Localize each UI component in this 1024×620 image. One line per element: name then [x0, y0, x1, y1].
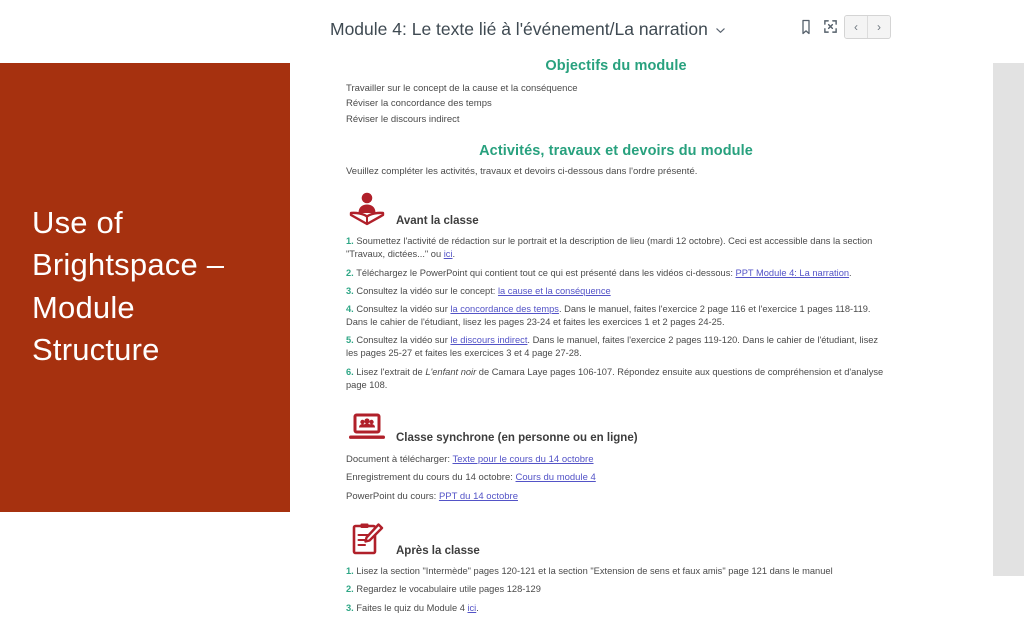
chevron-down-icon[interactable] [715, 25, 726, 36]
list-text: Téléchargez le PowerPoint qui contient t… [356, 267, 736, 278]
sync-line: Enregistrement du cours du 14 octobre: C… [346, 470, 886, 485]
list-link[interactable]: PPT Module 4: La narration [736, 268, 850, 278]
after-class-block: Après la classe 1. Lisez la section "Int… [346, 521, 886, 615]
list-item: 4. Consultez la vidéo sur la concordance… [346, 303, 886, 329]
book-title-italic: L'enfant noir [425, 366, 477, 377]
list-text: Regardez le vocabulaire utile pages 128-… [356, 584, 541, 595]
list-text: Consultez la vidéo sur le concept: [356, 285, 498, 296]
synchronous-class-block: Classe synchrone (en personne ou en lign… [346, 408, 886, 504]
expand-icon[interactable] [823, 19, 838, 34]
list-number: 5. [346, 335, 354, 346]
list-text-post: . [849, 267, 852, 278]
list-text: Soumettez l'activité de rédaction sur le… [346, 236, 873, 260]
sync-line-label: Document à télécharger: [346, 454, 453, 465]
prev-page-button[interactable]: ‹ [845, 16, 867, 38]
person-reading-book-icon [346, 191, 388, 231]
list-item: 2. Téléchargez le PowerPoint qui contien… [346, 267, 886, 280]
activities-intro: Veuillez compléter les activités, travau… [346, 166, 698, 178]
list-number: 3. [346, 285, 354, 296]
slide-red-panel: Use of Brightspace – Module Structure [0, 63, 290, 512]
objective-line: Réviser la concordance des temps [346, 98, 492, 110]
list-number: 2. [346, 584, 354, 595]
sync-line: Document à télécharger: Texte pour le co… [346, 452, 886, 467]
list-text: Faites le quiz du Module 4 [356, 602, 468, 613]
activities-heading: Activités, travaux et devoirs du module [479, 143, 753, 160]
list-item: 5. Consultez la vidéo sur le discours in… [346, 334, 886, 360]
list-text: Lisez la section "Intermède" pages 120-1… [356, 566, 833, 577]
bookmark-icon[interactable] [799, 19, 813, 35]
right-side-panel [993, 63, 1024, 576]
synchronous-class-lines: Document à télécharger: Texte pour le co… [346, 452, 886, 504]
list-text: Consultez la vidéo sur [356, 335, 451, 346]
sync-line: PowerPoint du cours: PPT du 14 octobre [346, 489, 886, 504]
next-page-button[interactable]: › [867, 16, 890, 38]
list-number: 2. [346, 267, 354, 278]
list-item: 1. Lisez la section "Intermède" pages 12… [346, 565, 886, 578]
sync-line-link[interactable]: PPT du 14 octobre [439, 491, 518, 502]
module-title: Module 4: Le texte lié à l'événement/La … [330, 18, 708, 39]
before-class-list: 1. Soumettez l'activité de rédaction sur… [346, 235, 886, 392]
sync-line-link[interactable]: Cours du module 4 [516, 472, 596, 483]
objective-line: Travailler sur le concept de la cause et… [346, 83, 578, 94]
list-item: 6. Lisez l'extrait de L'enfant noir de C… [346, 366, 886, 392]
list-text-post: . [452, 249, 456, 260]
module-header-bar: Module 4: Le texte lié à l'événement/La … [330, 10, 900, 48]
sync-line-link[interactable]: Texte pour le cours du 14 octobre [453, 454, 594, 465]
list-link[interactable]: ici [444, 249, 453, 259]
list-text: Consultez la vidéo sur [356, 303, 451, 314]
list-number: 3. [346, 602, 354, 613]
list-number: 4. [346, 303, 354, 314]
objective-line: Réviser le discours indirect [346, 113, 460, 125]
list-item: 3. Consultez la vidéo sur le concept: la… [346, 285, 886, 298]
list-item: 1. Soumettez l'activité de rédaction sur… [346, 235, 886, 261]
page-navigation[interactable]: ‹ › [844, 15, 891, 39]
module-document-content: Objectifs du module Travailler sur le co… [346, 58, 886, 620]
list-text: Lisez l'extrait de [356, 366, 426, 377]
list-item: 3. Faites le quiz du Module 4 ici. [346, 602, 886, 615]
sync-line-label: PowerPoint du cours: [346, 490, 439, 502]
after-class-list: 1. Lisez la section "Intermède" pages 12… [346, 565, 886, 615]
list-link[interactable]: ici [467, 603, 476, 613]
after-class-title: Après la classe [396, 545, 480, 558]
list-number: 1. [346, 236, 354, 247]
list-link[interactable]: la concordance des temps [450, 304, 559, 314]
sync-line-label: Enregistrement du cours du 14 octobre: [346, 472, 516, 484]
synchronous-class-title: Classe synchrone (en personne ou en lign… [396, 432, 638, 444]
list-number: 6. [346, 366, 354, 377]
list-link[interactable]: la cause et la conséquence [498, 286, 611, 296]
before-class-block: Avant la classe 1. Soumettez l'activité … [346, 191, 886, 392]
clipboard-pencil-icon [346, 521, 388, 561]
before-class-title: Avant la classe [396, 215, 479, 228]
list-number: 1. [346, 566, 354, 577]
objectives-heading: Objectifs du module [545, 58, 687, 74]
list-text-post: . [476, 602, 479, 613]
list-item: 2. Regardez le vocabulaire utile pages 1… [346, 583, 886, 596]
laptop-people-icon [346, 408, 388, 448]
slide-title: Use of Brightspace – Module Structure [32, 205, 225, 368]
list-link[interactable]: le discours indirect [450, 335, 527, 345]
